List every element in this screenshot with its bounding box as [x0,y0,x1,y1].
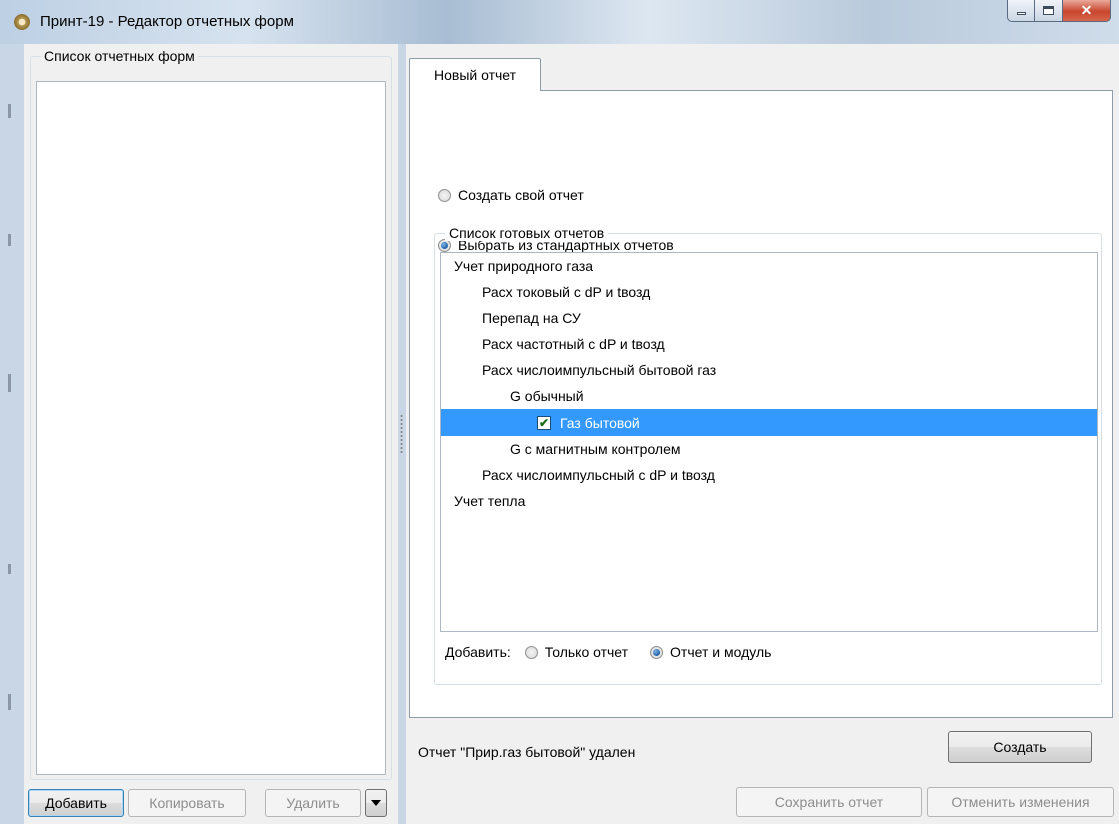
delete-form-button[interactable]: Удалить [265,789,361,817]
tree-item[interactable]: Учет тепла [441,488,1097,514]
tree-item[interactable]: Расх числоимпульсный с dP и tвозд [441,462,1097,488]
checkbox-checked-icon[interactable]: ✔ [537,415,551,430]
minimize-button[interactable] [1007,0,1035,22]
tree-item-label: G с магнитным контролем [510,441,681,457]
tree-item-label: Расх частотный с dP и tвозд [482,336,665,352]
copy-form-button[interactable]: Копировать [128,789,246,817]
app-window: Принт-19 - Редактор отчетных форм ✕ Спис… [0,0,1119,824]
report-forms-panel: Список отчетных форм Добавить Копировать… [24,44,398,824]
chevron-down-icon [371,800,381,806]
only-report-label: Только отчет [544,644,629,660]
frame-decoration [8,374,11,392]
report-forms-group-title: Список отчетных форм [41,48,198,64]
create-button[interactable]: Создать [948,731,1092,763]
tab-new-report[interactable]: Новый отчет [409,58,541,91]
save-report-button[interactable]: Сохранить отчет [736,787,922,817]
create-own-option[interactable]: Создать свой отчет [438,187,584,203]
tree-item[interactable]: Учет природного газа [441,253,1097,279]
tree-item-label: Перепад на СУ [482,310,581,326]
new-report-tab-page: Создать свой отчет Выбрать из стандартны… [409,90,1113,763]
tree-item[interactable]: G с магнитным контролем [441,436,1097,462]
window-controls: ✕ [1007,0,1111,22]
tree-item[interactable]: Расх частотный с dP и tвозд [441,331,1097,357]
tree-item-label: Учет природного газа [454,258,594,274]
report-and-module-label: Отчет и модуль [670,644,772,660]
create-own-label: Создать свой отчет [458,187,584,203]
tree-item-selected[interactable]: ✔ Газ бытовой [441,409,1097,436]
frame-decoration [8,234,11,246]
window-title: Принт-19 - Редактор отчетных форм [40,13,294,30]
only-report-radio[interactable] [524,645,538,659]
close-icon: ✕ [1080,2,1093,18]
app-icon [14,14,30,30]
panel-splitter[interactable] [398,44,406,824]
frame-decoration [8,104,11,118]
cancel-changes-button[interactable]: Отменить изменения [927,787,1114,817]
add-mode-label: Добавить: [445,644,511,660]
maximize-icon [1043,6,1054,15]
maximize-button[interactable] [1035,0,1063,22]
title-bar[interactable]: Принт-19 - Редактор отчетных форм ✕ [0,0,1119,44]
tree-item-label: Расх токовый с dP и tвозд [482,284,651,300]
tree-item-label: G обычный [510,388,584,404]
status-message: Отчет "Прир.газ бытовой" удален [418,744,636,760]
report-and-module-option[interactable]: Отчет и модуль [650,644,771,660]
tree-item[interactable]: Перепад на СУ [441,305,1097,331]
report-and-module-radio[interactable] [650,645,664,659]
tree-item-label: Газ бытовой [560,414,640,431]
only-report-option[interactable]: Только отчет [524,644,629,660]
report-forms-group: Список отчетных форм [30,48,392,780]
tree-item-label: Расх числоимпульсный с dP и tвозд [482,467,715,483]
close-button[interactable]: ✕ [1063,0,1111,22]
window-frame-left [0,44,24,824]
ready-reports-group-title: Список готовых отчетов [445,225,609,241]
minimize-icon [1016,12,1026,15]
frame-decoration [8,564,11,574]
frame-decoration [8,694,11,710]
ready-reports-group: Список готовых отчетов Учет природного г… [434,225,1102,685]
create-own-radio[interactable] [438,188,451,202]
add-form-button[interactable]: Добавить [28,789,124,817]
add-mode-row: Добавить: Только отчет Отчет и модуль [445,644,771,660]
tree-item-label: Расх числоимпульсный бытовой газ [482,362,717,378]
editor-panel: Новый отчет Создать свой отчет Выбрать и… [406,44,1119,824]
tree-item-label: Учет тепла [454,493,526,509]
tree-item[interactable]: Расх токовый с dP и tвозд [441,279,1097,305]
delete-dropdown-button[interactable] [365,789,387,817]
tree-item[interactable]: G обычный [441,383,1097,409]
tree-item[interactable]: Расх числоимпульсный бытовой газ [441,357,1097,383]
reports-tree[interactable]: Учет природного газа Расх токовый с dP и… [440,252,1098,632]
splitter-grip-icon [400,414,403,454]
report-forms-list[interactable] [36,81,386,775]
